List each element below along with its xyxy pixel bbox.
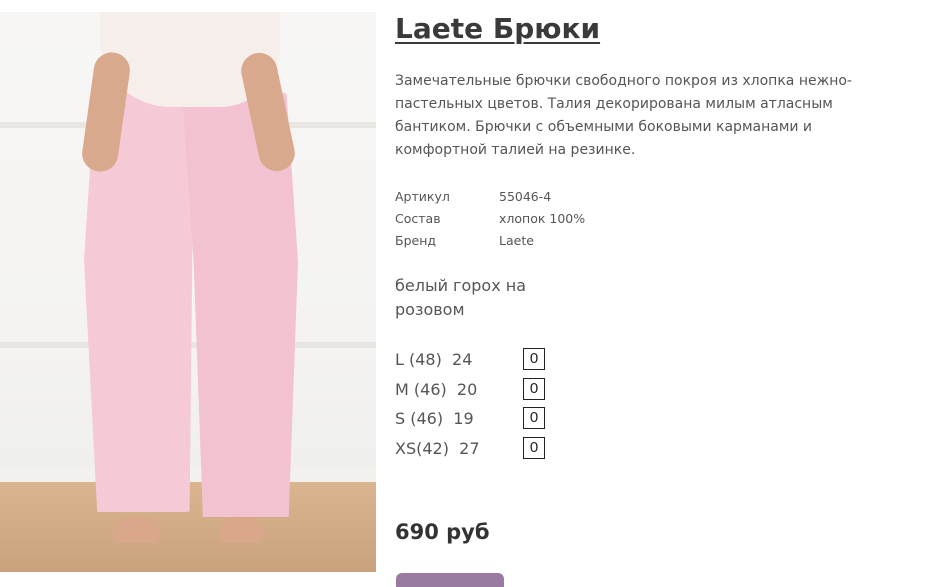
attribute-value: хлопок 100% [499, 211, 586, 226]
product-attributes: Артикул 55046-4 Состав хлопок 100% Бренд… [395, 186, 655, 252]
product-description: Замечательные брючки свободного покроя и… [395, 73, 852, 158]
attribute-key: Артикул [395, 189, 450, 204]
add-to-cart-button[interactable] [396, 573, 504, 587]
product-photo[interactable] [0, 12, 376, 572]
attribute-value: Laete [499, 233, 534, 248]
size-label: L (48) 24 [395, 350, 473, 369]
color-name: белый горох на розовом [395, 276, 527, 319]
attribute-value: 55046-4 [499, 189, 552, 204]
attribute-row: Состав хлопок 100% [395, 208, 655, 230]
quantity-input[interactable]: 0 [523, 348, 545, 370]
attribute-key: Бренд [395, 233, 437, 248]
size-label: S (46) 19 [395, 409, 474, 428]
quantity-input[interactable]: 0 [523, 407, 545, 429]
size-label: M (46) 20 [395, 379, 478, 399]
product-price: 690 руб [395, 520, 490, 544]
product-title[interactable]: Laete Брюки [395, 12, 600, 45]
foot-figure [218, 517, 264, 543]
attribute-row: Артикул 55046-4 [395, 186, 655, 208]
quantity-input[interactable]: 0 [523, 436, 545, 459]
size-label: XS(42) 27 [395, 438, 480, 458]
attribute-key: Состав [395, 211, 441, 226]
attribute-row: Бренд Laete [395, 230, 655, 252]
foot-figure [112, 517, 160, 543]
quantity-input[interactable]: 0 [523, 377, 545, 400]
